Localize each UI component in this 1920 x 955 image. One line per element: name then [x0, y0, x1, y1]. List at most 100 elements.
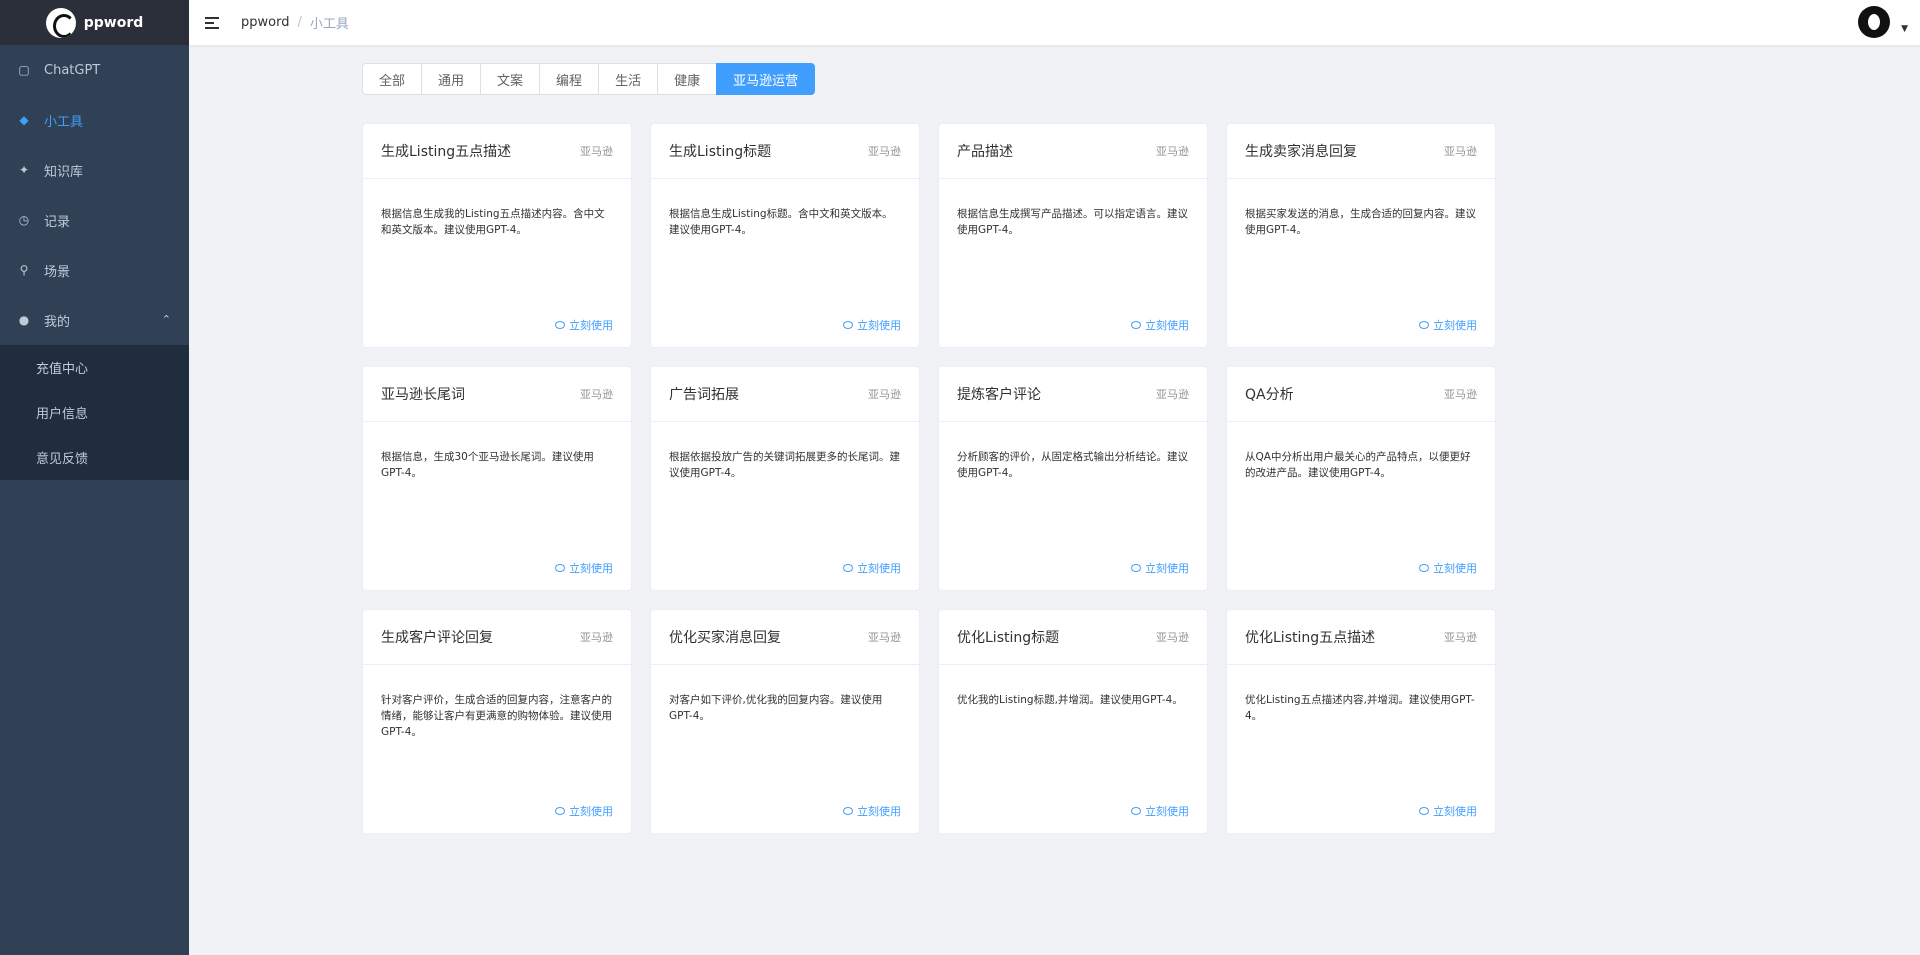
card-title: 产品描述 — [957, 144, 1013, 160]
use-now-button[interactable]: 立刻使用 — [1419, 560, 1477, 576]
use-now-button[interactable]: 立刻使用 — [843, 803, 901, 819]
card-tag: 亚马逊 — [1156, 145, 1189, 158]
use-now-label: 立刻使用 — [1433, 805, 1477, 818]
card-description: 根据依据投放广告的关键词拓展更多的长尾词。建议使用GPT-4。 — [669, 451, 900, 479]
avatar[interactable] — [1858, 6, 1890, 38]
card-title: 优化Listing标题 — [957, 630, 1060, 646]
use-now-label: 立刻使用 — [1145, 562, 1189, 575]
tool-card: 生成Listing五点描述 亚马逊 根据信息生成我的Listing五点描述内容。含… — [362, 123, 632, 348]
card-title: QA分析 — [1245, 387, 1294, 403]
tab-copywriting[interactable]: 文案 — [480, 63, 541, 95]
sidebar-item-mine[interactable]: ● 我的 ⌃ — [0, 295, 189, 345]
tool-card: 产品描述 亚马逊 根据信息生成撰写产品描述。可以指定语言。建议使用GPT-4。 立… — [938, 123, 1208, 348]
sidebar-item-label: 场景 — [44, 264, 71, 280]
clock-icon: ◷ — [18, 213, 30, 227]
card-tag: 亚马逊 — [868, 145, 901, 158]
app-logo[interactable]: ppword — [0, 0, 189, 45]
card-description: 根据信息，生成30个亚马逊长尾词。建议使用GPT-4。 — [381, 451, 594, 479]
sidebar-item-chatgpt[interactable]: ▢ ChatGPT — [0, 45, 189, 95]
use-now-button[interactable]: 立刻使用 — [1131, 560, 1189, 576]
card-tag: 亚马逊 — [1444, 631, 1477, 644]
sidebar-item-label: 小工具 — [44, 114, 84, 130]
sidebar-item-feedback[interactable]: 意见反馈 — [0, 435, 189, 480]
use-now-button[interactable]: 立刻使用 — [1131, 803, 1189, 819]
layers-icon: ◆ — [19, 113, 29, 127]
use-now-label: 立刻使用 — [1145, 805, 1189, 818]
card-title: 亚马逊长尾词 — [381, 387, 465, 403]
pin-icon: ⚲ — [19, 263, 29, 277]
use-now-button[interactable]: 立刻使用 — [555, 560, 613, 576]
tool-card-grid: 生成Listing五点描述 亚马逊 根据信息生成我的Listing五点描述内容。含… — [362, 123, 1496, 834]
use-now-label: 立刻使用 — [857, 562, 901, 575]
card-description: 从QA中分析出用户最关心的产品特点，以便更好的改进产品。建议使用GPT-4。 — [1245, 451, 1471, 479]
caret-down-icon[interactable]: ▼ — [1901, 24, 1908, 34]
card-title: 生成客户评论回复 — [381, 630, 493, 646]
tool-card: 生成卖家消息回复 亚马逊 根据买家发送的消息，生成合适的回复内容。建议使用GPT-… — [1226, 123, 1496, 348]
sidebar: ppword ▢ ChatGPT ◆ 小工具 ✦ 知识库 ◷ 记录 ⚲ 场景 ●… — [0, 0, 189, 955]
use-now-label: 立刻使用 — [857, 319, 901, 332]
use-now-button[interactable]: 立刻使用 — [843, 560, 901, 576]
sidebar-item-records[interactable]: ◷ 记录 — [0, 195, 189, 245]
card-tag: 亚马逊 — [580, 631, 613, 644]
card-tag: 亚马逊 — [1444, 388, 1477, 401]
card-title: 提炼客户评论 — [957, 387, 1041, 403]
card-description: 根据买家发送的消息，生成合适的回复内容。建议使用GPT-4。 — [1245, 208, 1476, 236]
chat-bubble-icon — [555, 564, 565, 572]
use-now-button[interactable]: 立刻使用 — [555, 803, 613, 819]
card-description: 根据信息生成我的Listing五点描述内容。含中文和英文版本。建议使用GPT-4… — [381, 208, 605, 236]
breadcrumb-separator: / — [297, 15, 302, 30]
chat-bubble-icon — [1131, 564, 1141, 572]
tab-all[interactable]: 全部 — [362, 63, 423, 95]
card-tag: 亚马逊 — [580, 145, 613, 158]
use-now-button[interactable]: 立刻使用 — [555, 317, 613, 333]
sidebar-submenu-mine: 充值中心 用户信息 意见反馈 — [0, 345, 189, 480]
use-now-label: 立刻使用 — [569, 319, 613, 332]
chevron-up-icon: ⌃ — [161, 313, 171, 326]
chat-bubble-icon — [1131, 807, 1141, 815]
card-tag: 亚马逊 — [1156, 631, 1189, 644]
use-now-button[interactable]: 立刻使用 — [843, 317, 901, 333]
breadcrumb-current: 小工具 — [309, 17, 349, 32]
card-tag: 亚马逊 — [868, 388, 901, 401]
use-now-label: 立刻使用 — [569, 805, 613, 818]
tab-amazon-operations[interactable]: 亚马逊运营 — [716, 63, 816, 95]
breadcrumb-home[interactable]: ppword — [241, 15, 289, 30]
card-tag: 亚马逊 — [868, 631, 901, 644]
card-title: 生成Listing五点描述 — [381, 144, 512, 160]
tool-card: 提炼客户评论 亚马逊 分析顾客的评价，从固定格式输出分析结论。建议使用GPT-4。… — [938, 366, 1208, 591]
tab-programming[interactable]: 编程 — [539, 63, 600, 95]
sidebar-item-user-info[interactable]: 用户信息 — [0, 390, 189, 435]
tool-card: 生成客户评论回复 亚马逊 针对客户评价，生成合适的回复内容，注意客户的情绪，能够让… — [362, 609, 632, 834]
tool-card: QA分析 亚马逊 从QA中分析出用户最关心的产品特点，以便更好的改进产品。建议使用… — [1226, 366, 1496, 591]
sidebar-item-scenes[interactable]: ⚲ 场景 — [0, 245, 189, 295]
sidebar-item-tools[interactable]: ◆ 小工具 — [0, 95, 189, 145]
tool-card: 优化买家消息回复 亚马逊 对客户如下评价,优化我的回复内容。建议使用GPT-4。 … — [650, 609, 920, 834]
sidebar-item-label: 知识库 — [44, 164, 84, 180]
card-description: 优化我的Listing标题,并增润。建议使用GPT-4。 — [957, 694, 1183, 706]
tab-general[interactable]: 通用 — [421, 63, 482, 95]
card-description: 根据信息生成撰写产品描述。可以指定语言。建议使用GPT-4。 — [957, 208, 1188, 236]
app-name: ppword — [83, 14, 144, 31]
use-now-button[interactable]: 立刻使用 — [1419, 317, 1477, 333]
card-description: 根据信息生成Listing标题。含中文和英文版本。建议使用GPT-4。 — [669, 208, 893, 236]
card-description: 分析顾客的评价，从固定格式输出分析结论。建议使用GPT-4。 — [957, 451, 1188, 479]
card-description: 优化Listing五点描述内容,并增润。建议使用GPT-4。 — [1245, 694, 1475, 722]
top-navbar: ppword / 小工具 ▼ — [189, 0, 1920, 45]
tool-card: 生成Listing标题 亚马逊 根据信息生成Listing标题。含中文和英文版本。… — [650, 123, 920, 348]
card-description: 针对客户评价，生成合适的回复内容，注意客户的情绪，能够让客户有更满意的购物体验。… — [381, 694, 612, 738]
use-now-button[interactable]: 立刻使用 — [1131, 317, 1189, 333]
card-title: 优化买家消息回复 — [669, 630, 781, 646]
tab-health[interactable]: 健康 — [657, 63, 718, 95]
card-description: 对客户如下评价,优化我的回复内容。建议使用GPT-4。 — [669, 694, 883, 722]
sidebar-toggle-icon[interactable] — [205, 16, 219, 29]
sidebar-item-label: ChatGPT — [44, 62, 101, 78]
use-now-button[interactable]: 立刻使用 — [1419, 803, 1477, 819]
use-now-label: 立刻使用 — [569, 562, 613, 575]
tab-life[interactable]: 生活 — [598, 63, 659, 95]
chat-bubble-icon — [843, 321, 853, 329]
card-title: 生成卖家消息回复 — [1245, 144, 1357, 160]
sidebar-item-recharge[interactable]: 充值中心 — [0, 345, 189, 390]
card-title: 优化Listing五点描述 — [1245, 630, 1376, 646]
chat-icon: ▢ — [18, 63, 30, 77]
sidebar-item-knowledge[interactable]: ✦ 知识库 — [0, 145, 189, 195]
